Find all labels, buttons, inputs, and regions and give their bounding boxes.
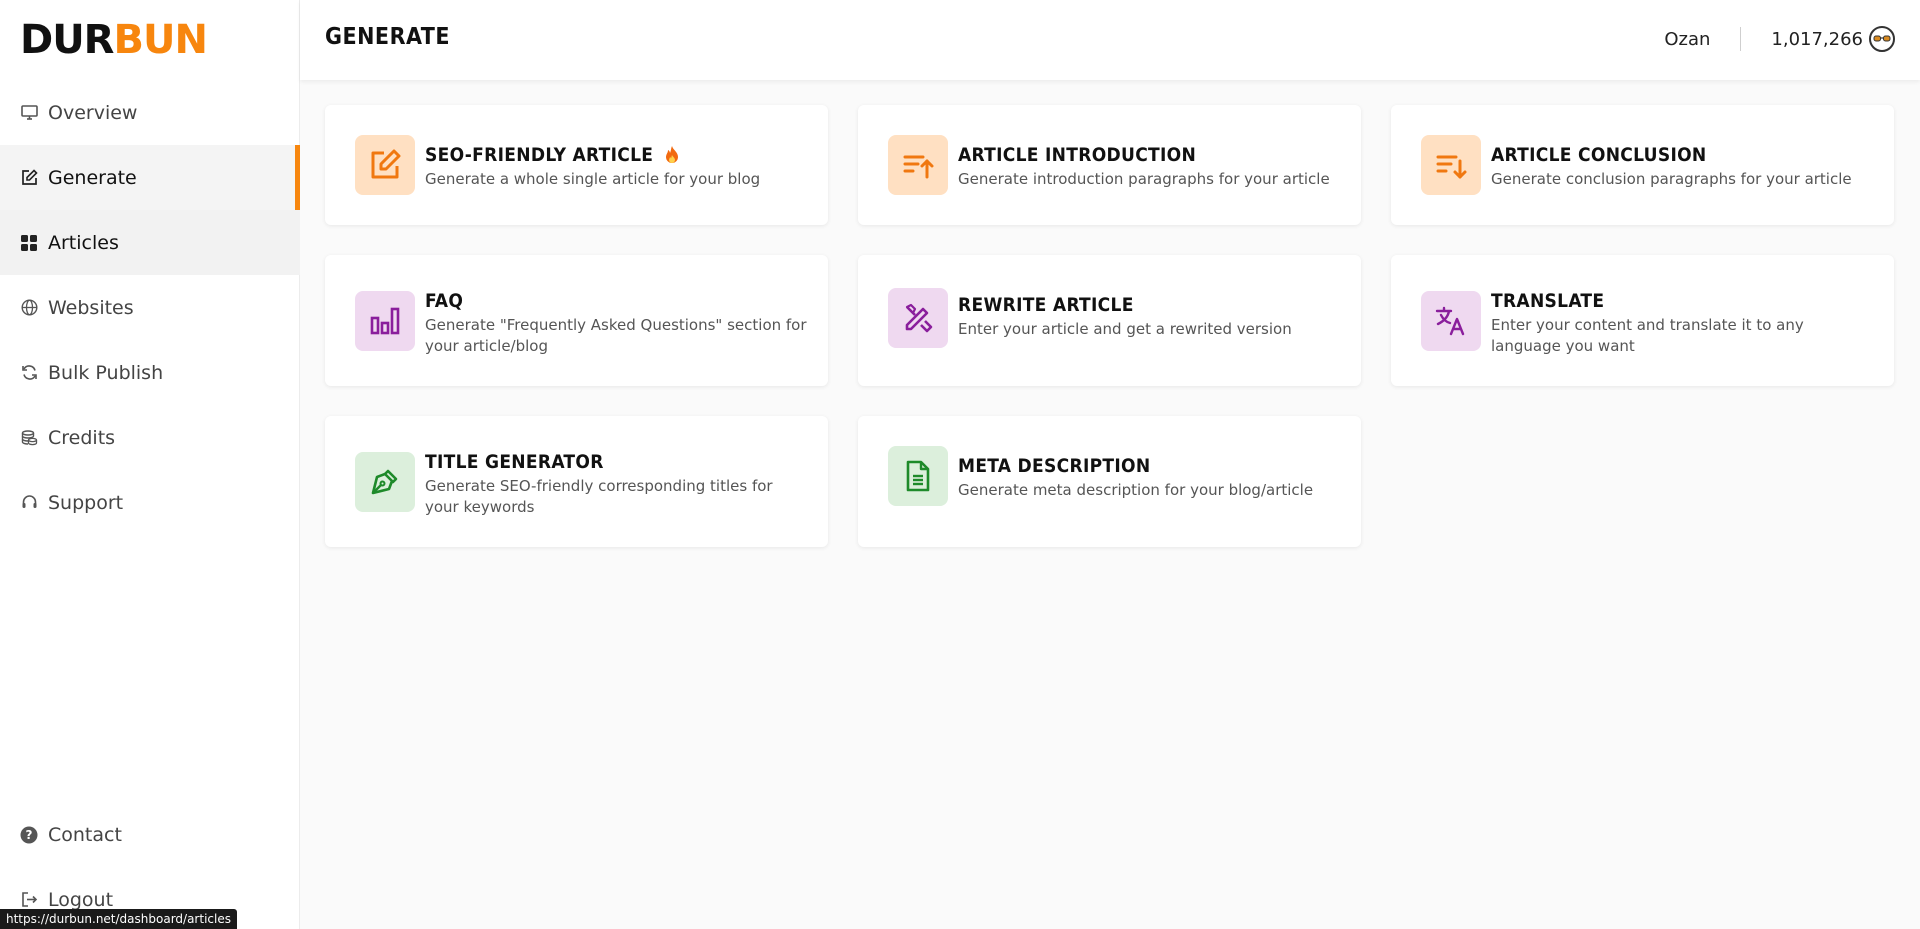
headset-icon xyxy=(20,494,38,512)
card-title: ARTICLE CONCLUSION xyxy=(1491,144,1707,166)
card-title: TITLE GENERATOR xyxy=(425,451,604,473)
card-description: Generate conclusion paragraphs for your … xyxy=(1491,170,1852,188)
page-title: GENERATE xyxy=(325,24,450,50)
question-circle-icon: ? xyxy=(20,826,38,844)
card-title: SEO-FRIENDLY ARTICLE xyxy=(425,144,654,166)
card-text: ARTICLE INTRODUCTION Generate introducti… xyxy=(958,143,1341,190)
sidebar-item-label: Bulk Publish xyxy=(48,361,164,384)
sidebar-item-support[interactable]: Support xyxy=(0,470,300,535)
bar-chart-icon xyxy=(355,291,415,351)
card-article-conclusion[interactable]: ARTICLE CONCLUSION Generate conclusion p… xyxy=(1391,105,1894,225)
svg-text:?: ? xyxy=(26,828,33,842)
card-title: TRANSLATE xyxy=(1491,290,1605,312)
card-description: Generate "Frequently Asked Questions" se… xyxy=(425,316,807,355)
card-text: TITLE GENERATOR Generate SEO-friendly co… xyxy=(425,450,808,518)
sidebar-item-generate[interactable]: Generate xyxy=(0,145,300,210)
logo[interactable]: DURBUN xyxy=(20,16,208,64)
card-description: Enter your article and get a rewrited ve… xyxy=(958,320,1292,338)
user-name[interactable]: Ozan xyxy=(1664,29,1710,50)
pen-nib-icon xyxy=(355,452,415,512)
card-title: META DESCRIPTION xyxy=(958,455,1151,477)
card-text: REWRITE ARTICLE Enter your article and g… xyxy=(958,293,1341,340)
sidebar-item-overview[interactable]: Overview xyxy=(0,80,300,145)
sort-down-icon xyxy=(1421,135,1481,195)
sidebar-item-bulk-publish[interactable]: Bulk Publish xyxy=(0,340,300,405)
card-article-introduction[interactable]: ARTICLE INTRODUCTION Generate introducti… xyxy=(858,105,1361,225)
top-header: GENERATE Ozan 1,017,266 xyxy=(300,0,1920,80)
header-divider xyxy=(1740,27,1742,51)
sidebar-item-contact[interactable]: ? Contact xyxy=(0,802,300,867)
card-title-row: SEO-FRIENDLY ARTICLE xyxy=(425,143,808,167)
card-text: ARTICLE CONCLUSION Generate conclusion p… xyxy=(1491,143,1874,190)
translate-icon xyxy=(1421,291,1481,351)
coins-icon xyxy=(20,429,38,447)
browser-status-url: https://durbun.net/dashboard/articles xyxy=(0,909,237,929)
sidebar: DURBUN Overview Generate Articles Websit… xyxy=(0,0,300,929)
sidebar-item-credits[interactable]: Credits xyxy=(0,405,300,470)
credit-balance: 1,017,266 xyxy=(1771,28,1863,50)
grid-icon xyxy=(20,234,38,252)
card-description: Generate SEO-friendly corresponding titl… xyxy=(425,477,773,516)
card-text: META DESCRIPTION Generate meta descripti… xyxy=(958,454,1341,501)
card-rewrite-article[interactable]: REWRITE ARTICLE Enter your article and g… xyxy=(858,255,1361,386)
edit-icon xyxy=(355,135,415,195)
card-description: Generate introduction paragraphs for you… xyxy=(958,170,1330,188)
logo-part-bun: BUN xyxy=(113,17,207,63)
refresh-icon xyxy=(20,364,38,382)
sidebar-item-label: Websites xyxy=(48,296,134,319)
logo-part-dur: DUR xyxy=(20,17,114,63)
card-title: FAQ xyxy=(425,290,464,312)
card-translate[interactable]: TRANSLATE Enter your content and transla… xyxy=(1391,255,1894,386)
sidebar-item-websites[interactable]: Websites xyxy=(0,275,300,340)
card-description: Generate meta description for your blog/… xyxy=(958,481,1314,499)
sidebar-item-label: Logout xyxy=(48,888,114,911)
sidebar-item-label: Contact xyxy=(48,823,122,846)
sidebar-item-label: Support xyxy=(48,491,124,514)
sidebar-item-label: Overview xyxy=(48,101,138,124)
card-faq[interactable]: FAQ Generate "Frequently Asked Questions… xyxy=(325,255,828,386)
sidebar-item-label: Articles xyxy=(48,231,119,254)
document-icon xyxy=(888,446,948,506)
card-text: TRANSLATE Enter your content and transla… xyxy=(1491,289,1874,357)
card-description: Enter your content and translate it to a… xyxy=(1491,316,1804,355)
pencil-ruler-icon xyxy=(888,288,948,348)
logout-icon xyxy=(20,891,38,909)
sidebar-item-label: Generate xyxy=(48,166,137,189)
sort-up-icon xyxy=(888,135,948,195)
globe-icon xyxy=(20,299,38,317)
card-title-generator[interactable]: TITLE GENERATOR Generate SEO-friendly co… xyxy=(325,416,828,547)
sidebar-nav: Overview Generate Articles Websites Bulk… xyxy=(0,80,300,535)
sidebar-item-articles[interactable]: Articles xyxy=(0,210,300,275)
coin-icon xyxy=(1869,26,1895,52)
fire-icon xyxy=(663,145,681,165)
monitor-icon xyxy=(20,104,38,122)
card-title: ARTICLE INTRODUCTION xyxy=(958,144,1197,166)
card-text: FAQ Generate "Frequently Asked Questions… xyxy=(425,289,808,357)
app: DURBUN Overview Generate Articles Websit… xyxy=(0,0,1920,929)
sidebar-item-label: Credits xyxy=(48,426,116,449)
card-text: SEO-FRIENDLY ARTICLE Generate a whole si… xyxy=(425,143,808,190)
user-area: Ozan 1,017,266 xyxy=(1664,26,1895,52)
card-description: Generate a whole single article for your… xyxy=(425,170,761,188)
card-seo-friendly-article[interactable]: SEO-FRIENDLY ARTICLE Generate a whole si… xyxy=(325,105,828,225)
edit-icon xyxy=(20,169,38,187)
card-meta-description[interactable]: META DESCRIPTION Generate meta descripti… xyxy=(858,416,1361,547)
card-title: REWRITE ARTICLE xyxy=(958,294,1134,316)
